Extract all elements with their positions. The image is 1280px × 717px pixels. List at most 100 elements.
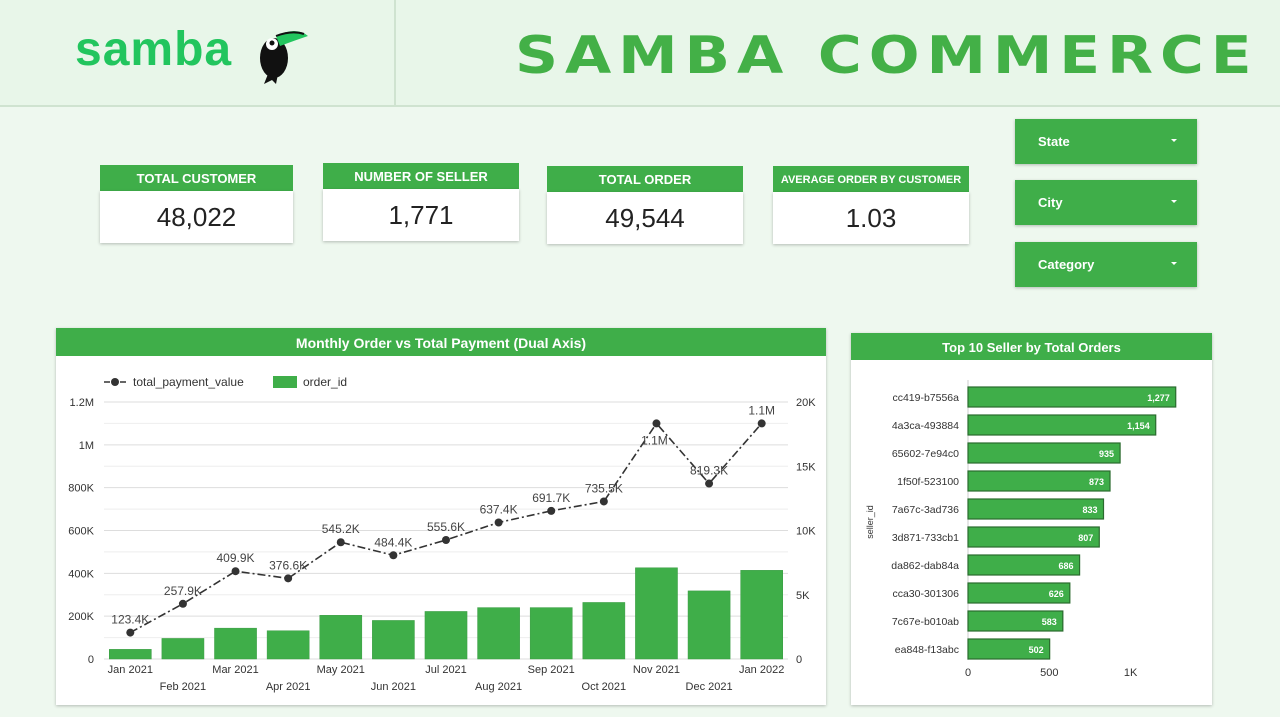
x-tick-label: Feb 2021	[160, 681, 206, 693]
bar-order-id	[109, 649, 152, 660]
filter-label: City	[1038, 195, 1063, 210]
logo-text: samba	[75, 23, 233, 76]
y-left-tick-label: 200K	[68, 611, 94, 623]
bar-order-id	[372, 620, 415, 660]
data-label: 1.1M	[641, 433, 668, 447]
top-sellers-chart: 1,277 cc419-b7556a 1,154 4a3ca-493884 935 656…	[865, 380, 1177, 679]
x-tick-label: Jan 2021	[108, 664, 153, 676]
y-right-tick-label: 20K	[796, 397, 816, 409]
y-tick-label: da862-dab84a	[891, 560, 959, 572]
y-tick-label: 7c67e-b010ab	[892, 616, 959, 628]
line-point	[757, 419, 766, 428]
data-label: 691.7K	[532, 491, 570, 505]
bar-order-id	[740, 570, 783, 660]
y-tick-label: cca30-301306	[892, 588, 959, 600]
y-left-tick-label: 400K	[68, 568, 94, 580]
bar-value-label: 583	[1042, 617, 1057, 627]
bar-value-label: 1,154	[1127, 421, 1150, 431]
x-tick-label: Aug 2021	[475, 681, 522, 693]
bar-value-label: 873	[1089, 477, 1104, 487]
y-left-tick-label: 800K	[68, 483, 94, 495]
line-point	[231, 567, 240, 576]
bar-order-id	[477, 607, 520, 660]
y-left-tick-label: 600K	[68, 526, 94, 538]
kpi-label: TOTAL ORDER	[547, 166, 743, 192]
x-tick-label: Jul 2021	[425, 664, 467, 676]
chart-title: Top 10 Seller by Total Orders	[851, 333, 1212, 360]
filter-label: Category	[1038, 257, 1095, 272]
y-tick-label: 65602-7e94c0	[892, 448, 959, 460]
monthly-order-chart: 0 200K 400K 600K 800K 1M 1.2M 0 5K 10K 15K 20K Jan 2…	[68, 375, 816, 693]
line-point	[705, 479, 714, 488]
kpi-label: AVERAGE ORDER BY CUSTOMER	[773, 166, 969, 192]
x-tick-label: Sep 2021	[528, 664, 575, 676]
y-left-tick-label: 0	[88, 654, 94, 666]
chevron-down-icon	[1171, 139, 1177, 142]
x-tick-label: Jan 2022	[739, 664, 784, 676]
y-right-tick-label: 10K	[796, 526, 816, 538]
line-point	[336, 538, 345, 547]
bar-seller-orders	[967, 386, 1177, 408]
x-tick-label: Mar 2021	[212, 664, 258, 676]
legend-line-marker	[111, 378, 119, 386]
line-point	[284, 574, 293, 583]
bar-value-label: 1,277	[1147, 393, 1170, 403]
line-point	[178, 599, 187, 608]
data-label: 257.9K	[164, 584, 202, 598]
kpi-label: NUMBER OF SELLER	[323, 163, 519, 189]
line-point	[126, 628, 135, 637]
x-tick-label: Dec 2021	[686, 681, 733, 693]
legend-label: order_id	[303, 375, 347, 389]
bar-value-label: 807	[1078, 533, 1093, 543]
chevron-down-icon	[1171, 200, 1177, 203]
data-label: 484.4K	[374, 535, 412, 549]
y-tick-label: 3d871-733cb1	[892, 532, 959, 544]
state-filter-dropdown[interactable]: State	[1015, 119, 1197, 164]
bar-value-label: 833	[1082, 505, 1097, 515]
data-label: 637.4K	[480, 502, 518, 516]
bar-value-label: 935	[1099, 449, 1114, 459]
legend-bar-swatch	[273, 376, 297, 388]
city-filter-dropdown[interactable]: City	[1015, 180, 1197, 225]
kpi-card-number-of-seller: NUMBER OF SELLER 1,771	[323, 163, 519, 241]
kpi-label: TOTAL CUSTOMER	[100, 165, 293, 191]
y-tick-label: cc419-b7556a	[892, 392, 959, 404]
bar-order-id	[687, 590, 731, 660]
logo-area: samba	[0, 0, 396, 107]
x-tick-label: 1K	[1124, 667, 1138, 679]
category-filter-dropdown[interactable]: Category	[1015, 242, 1197, 287]
chart-title: Monthly Order vs Total Payment (Dual Axi…	[56, 328, 826, 356]
y-axis-title: seller_id	[865, 505, 875, 539]
kpi-card-average-order: AVERAGE ORDER BY CUSTOMER 1.03	[773, 166, 969, 244]
bar-order-id	[214, 627, 257, 660]
x-tick-label: Nov 2021	[633, 664, 680, 676]
data-label: 735.5K	[585, 481, 623, 495]
bar-value-label: 626	[1049, 589, 1064, 599]
y-right-tick-label: 15K	[796, 461, 816, 473]
page-title: SAMBA COMMERCE	[515, 26, 1259, 86]
y-tick-label: 7a67c-3ad736	[892, 504, 959, 516]
data-label: 376.6K	[269, 558, 307, 572]
bar-order-id	[424, 611, 468, 660]
bar-value-label: 502	[1029, 645, 1044, 655]
y-left-tick-label: 1M	[79, 440, 94, 452]
y-tick-label: 4a3ca-493884	[892, 420, 959, 432]
y-tick-label: ea848-f13abc	[895, 644, 959, 656]
line-point	[389, 551, 398, 560]
line-point	[599, 497, 608, 506]
data-label: 1.1M	[748, 403, 775, 417]
bar-order-id	[266, 630, 310, 660]
chevron-down-icon	[1171, 262, 1177, 265]
line-point	[547, 506, 556, 515]
data-label: 819.3K	[690, 464, 728, 478]
kpi-value: 48,022	[100, 191, 293, 243]
y-left-tick-label: 1.2M	[70, 397, 94, 409]
y-right-tick-label: 0	[796, 654, 802, 666]
bar-value-label: 686	[1059, 561, 1074, 571]
kpi-card-total-order: TOTAL ORDER 49,544	[547, 166, 743, 244]
data-label: 123.4K	[111, 613, 149, 627]
legend-label: total_payment_value	[133, 375, 244, 389]
line-point	[494, 518, 503, 527]
kpi-value: 1.03	[773, 192, 969, 244]
bar-order-id	[161, 638, 205, 660]
